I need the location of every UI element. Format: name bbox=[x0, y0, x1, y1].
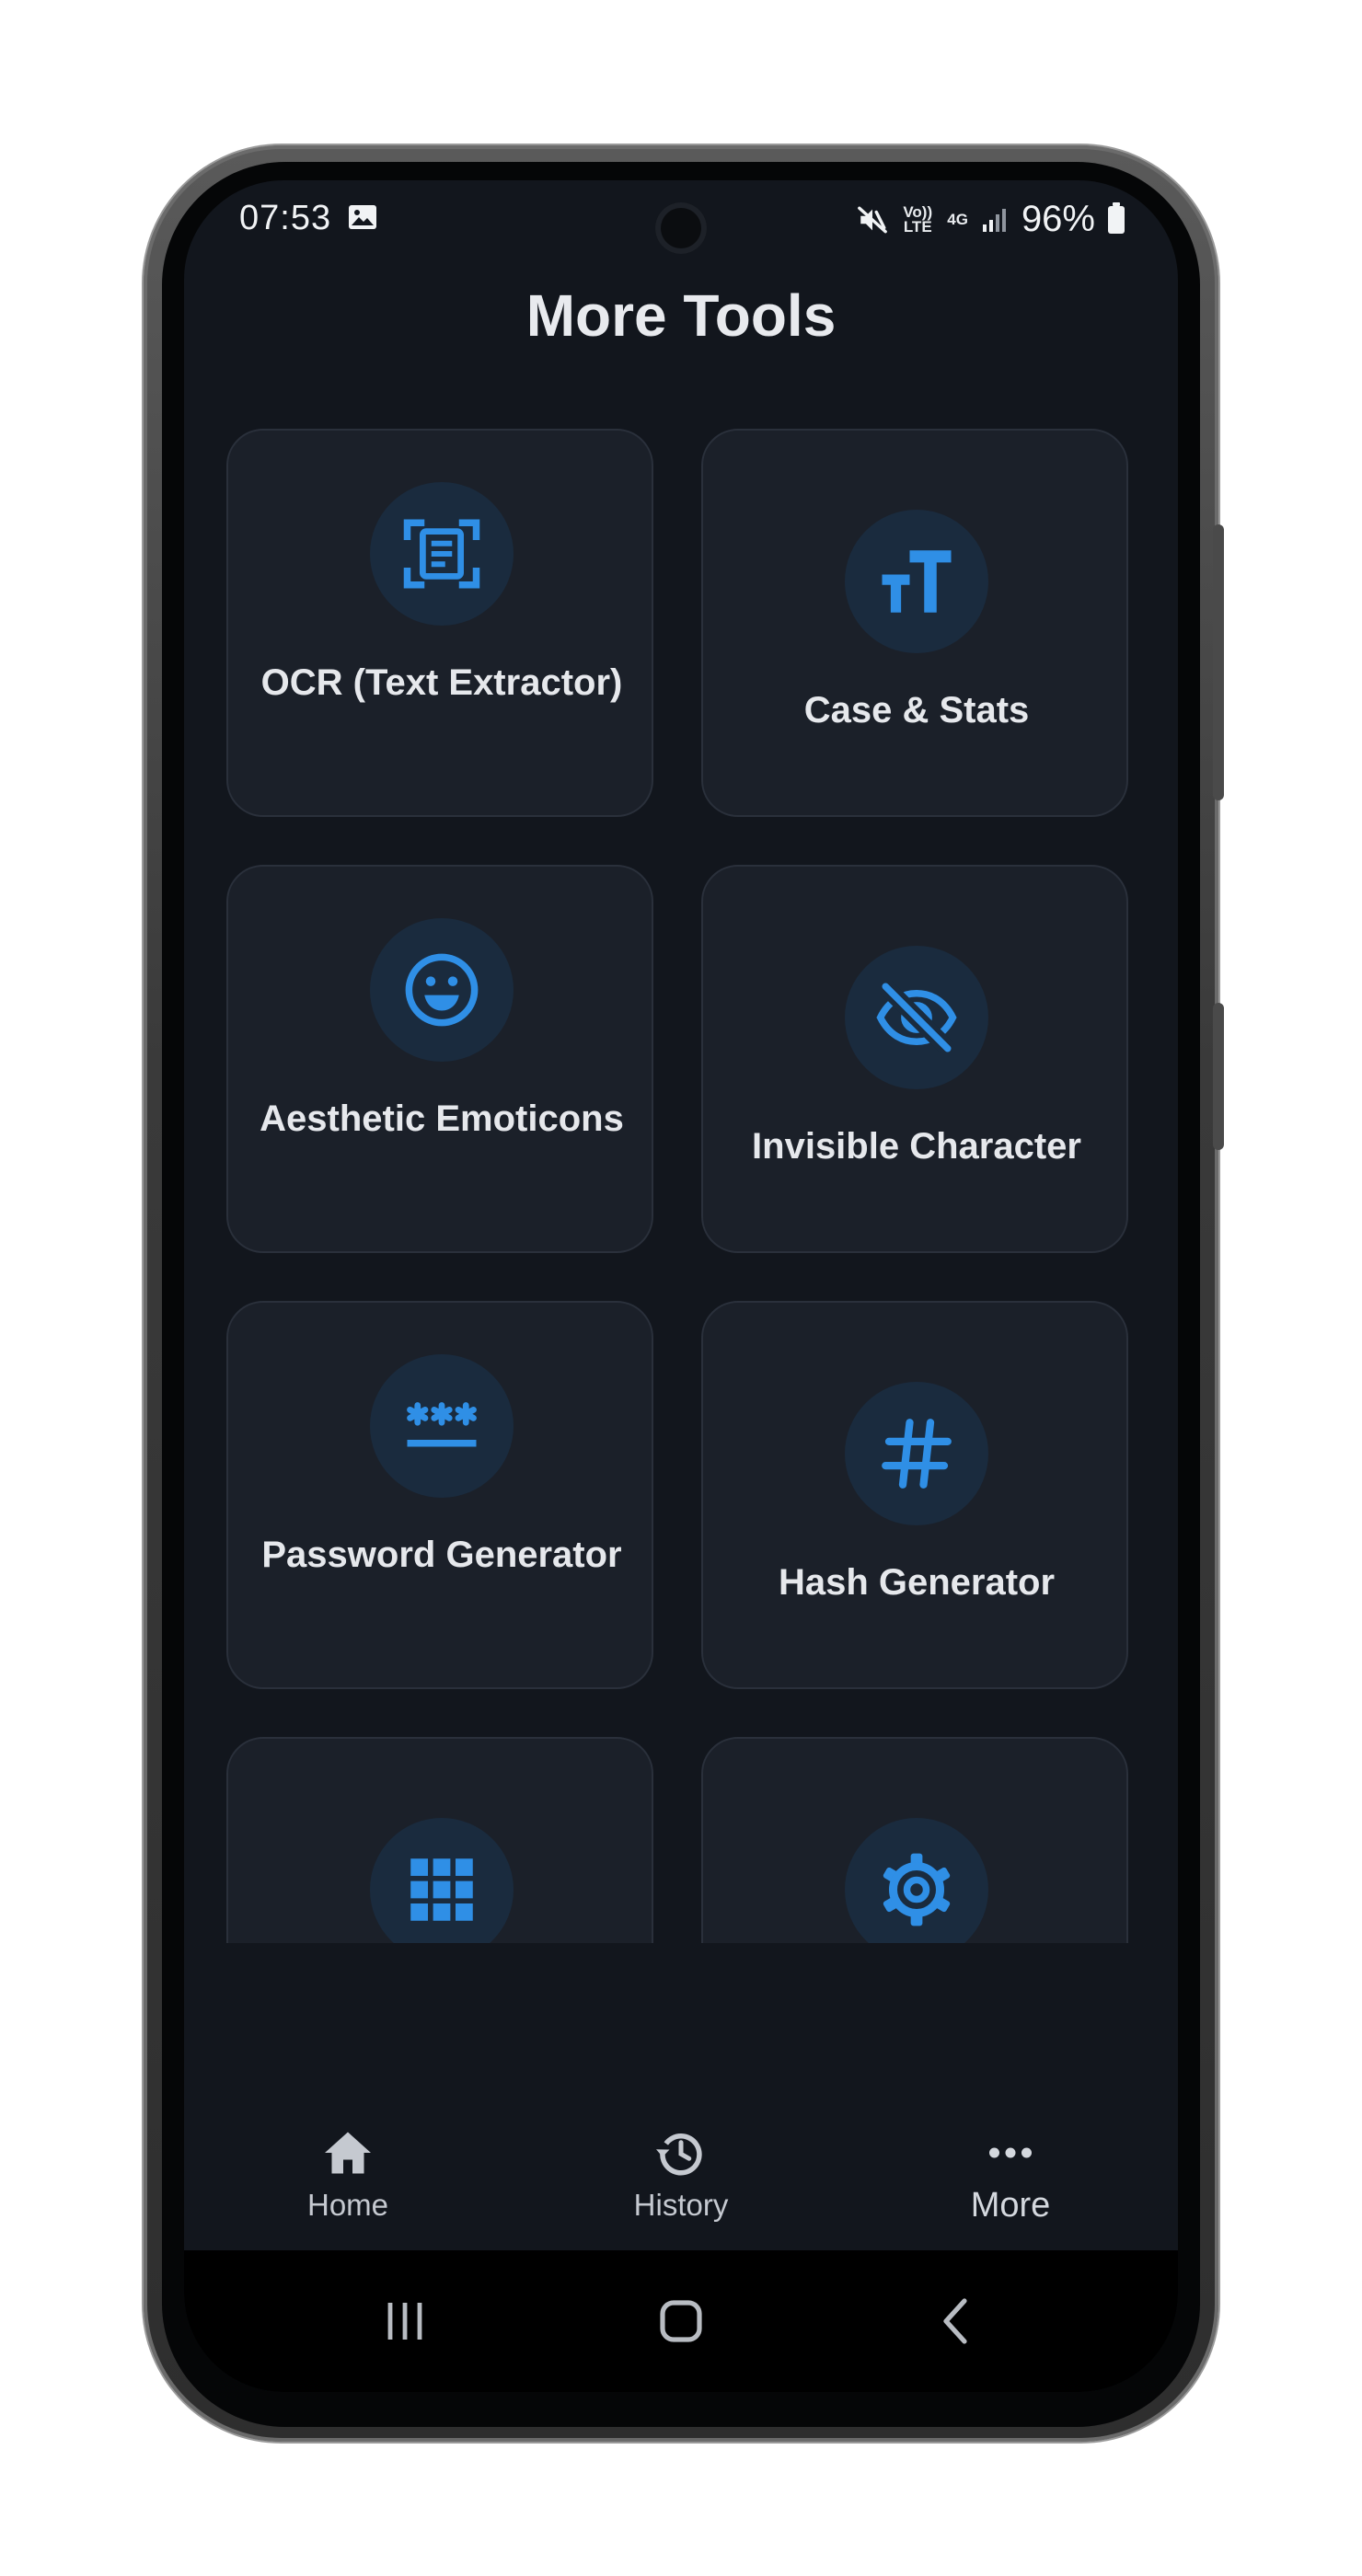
tool-icon-circle bbox=[845, 510, 988, 653]
mute-icon bbox=[858, 206, 888, 233]
volte-icon: Vo)) LTE bbox=[903, 202, 933, 236]
nav-item-history[interactable]: History bbox=[589, 2125, 773, 2223]
apps-grid-icon bbox=[410, 1858, 473, 1921]
nav-label: History bbox=[633, 2188, 729, 2222]
tool-card-hash-generator[interactable]: Hash Generator bbox=[701, 1301, 1128, 1689]
tool-label: Password Generator bbox=[261, 1535, 622, 1575]
tool-icon-circle bbox=[370, 1818, 514, 1943]
side-button-power bbox=[1213, 1003, 1224, 1150]
smiley-icon bbox=[405, 953, 479, 1027]
battery-percent: 96% bbox=[1021, 199, 1095, 239]
tool-label: Invisible Character bbox=[752, 1126, 1081, 1167]
tool-card-aesthetic-emoticons[interactable]: Aesthetic Emoticons bbox=[226, 865, 653, 1253]
tools-grid[interactable]: OCR (Text Extractor) Case & Stats Aesthe… bbox=[226, 429, 1136, 1943]
gear-icon bbox=[883, 1853, 951, 1926]
phone-screen: 07:53 Vo)) LTE 4G 96% More Tools OCR (Te… bbox=[184, 180, 1178, 2392]
tool-label: OCR (Text Extractor) bbox=[260, 662, 623, 703]
tool-card-apps[interactable] bbox=[226, 1737, 653, 1943]
tool-icon-circle bbox=[845, 1818, 988, 1943]
tool-icon-circle bbox=[845, 1382, 988, 1525]
back-button[interactable] bbox=[925, 2289, 989, 2353]
tool-card-case-stats[interactable]: Case & Stats bbox=[701, 429, 1128, 817]
nav-item-home[interactable]: Home bbox=[256, 2125, 440, 2223]
tool-icon-circle bbox=[370, 1354, 514, 1498]
tool-card-password-generator[interactable]: Password Generator bbox=[226, 1301, 653, 1689]
system-nav-bar bbox=[184, 2250, 1178, 2392]
tool-icon-circle bbox=[370, 918, 514, 1062]
more-horizontal-icon bbox=[989, 2147, 1032, 2158]
recent-apps-icon bbox=[387, 2303, 422, 2340]
home-square-icon bbox=[660, 2300, 702, 2342]
side-button-volume bbox=[1213, 524, 1224, 800]
status-time: 07:53 bbox=[239, 199, 332, 237]
tool-label: Aesthetic Emoticons bbox=[260, 1098, 624, 1139]
bottom-nav: Home History More bbox=[184, 2103, 1178, 2250]
history-icon bbox=[656, 2133, 702, 2176]
eye-off-icon bbox=[876, 980, 957, 1055]
front-camera bbox=[655, 202, 707, 254]
recent-apps-button[interactable] bbox=[373, 2289, 437, 2353]
nav-label: More bbox=[970, 2186, 1051, 2225]
back-chevron-icon bbox=[943, 2298, 967, 2344]
image-icon bbox=[349, 205, 376, 229]
password-icon bbox=[407, 1402, 477, 1447]
tool-label: Case & Stats bbox=[803, 690, 1030, 730]
nav-item-more[interactable]: More bbox=[918, 2125, 1102, 2225]
battery-icon bbox=[1108, 201, 1125, 234]
tool-icon-circle bbox=[845, 946, 988, 1089]
document-scan-icon bbox=[403, 519, 480, 589]
home-icon bbox=[325, 2132, 371, 2174]
status-icons: Vo)) LTE 4G 96% bbox=[857, 199, 1125, 240]
signal-icon bbox=[982, 208, 1006, 232]
tool-icon-circle bbox=[370, 482, 514, 626]
tool-card-ocr[interactable]: OCR (Text Extractor) bbox=[226, 429, 653, 817]
home-system-button[interactable] bbox=[649, 2289, 713, 2353]
text-size-icon bbox=[882, 550, 952, 613]
page-title: More Tools bbox=[525, 282, 837, 349]
nav-label: Home bbox=[306, 2188, 389, 2222]
4g-icon: 4G bbox=[947, 210, 968, 228]
tool-label: Hash Generator bbox=[778, 1562, 1056, 1603]
tool-card-invisible-character[interactable]: Invisible Character bbox=[701, 865, 1128, 1253]
hash-icon bbox=[882, 1419, 952, 1489]
status-bar: 07:53 Vo)) LTE 4G 96% bbox=[184, 180, 1178, 254]
tool-card-settings[interactable] bbox=[701, 1737, 1128, 1943]
